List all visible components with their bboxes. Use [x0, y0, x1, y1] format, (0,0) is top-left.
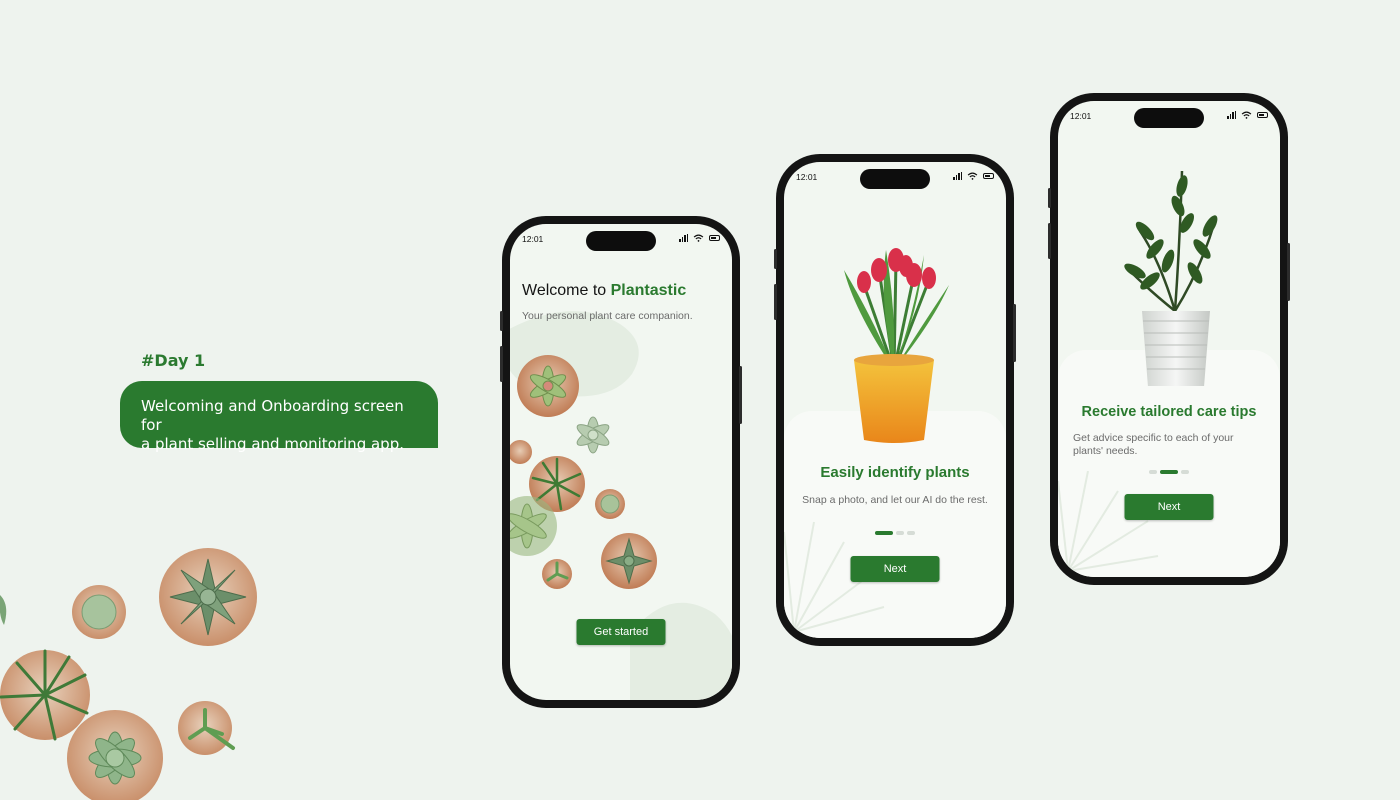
zz-plant-image: [1124, 170, 1218, 386]
phone-care-tips: 12:01 Receive tailored care tips Get adv…: [1048, 93, 1290, 585]
page-dot: [896, 531, 904, 535]
page-dot: [1181, 470, 1189, 474]
identify-title: Easily identify plants: [820, 464, 970, 481]
battery-icon: [983, 173, 994, 179]
status-time: 12:01: [1070, 111, 1092, 121]
identify-subtitle: Snap a photo, and let our AI do the rest…: [802, 494, 988, 506]
page-dot-active: [1160, 470, 1178, 474]
tulip-plant-image: [844, 248, 949, 443]
welcome-screen: 12:01 Welcome to Plantastic Your persona…: [510, 224, 732, 700]
battery-icon: [1257, 112, 1268, 118]
signal-icon: [953, 172, 963, 180]
page-indicator: [875, 531, 915, 535]
dynamic-island: [1134, 108, 1204, 128]
succulents-decoration: [0, 548, 257, 800]
care-tips-subtitle: Get advice specific to each of your plan…: [1073, 432, 1234, 458]
page-dot: [1149, 470, 1157, 474]
wifi-icon: [967, 172, 978, 180]
care-tips-title: Receive tailored care tips: [1081, 404, 1257, 420]
care-tips-subtitle-line-1: Get advice specific to each of your: [1073, 432, 1234, 444]
succulent-collage: [510, 355, 657, 589]
next-button[interactable]: Next: [850, 556, 940, 582]
phone-identify: 12:01 Easily identify plants Snap a phot…: [774, 154, 1016, 646]
brand-name: Plantastic: [610, 282, 687, 299]
page-indicator: [1149, 470, 1189, 474]
page-dot-active: [875, 531, 893, 535]
identify-screen: 12:01 Easily identify plants Snap a phot…: [784, 162, 1006, 638]
care-tips-screen: 12:01 Receive tailored care tips Get adv…: [1058, 101, 1280, 577]
page-dot: [907, 531, 915, 535]
get-started-button[interactable]: Get started: [576, 619, 666, 645]
caption-bubble: Welcoming and Onboarding screen for a pl…: [120, 381, 438, 453]
welcome-title-prefix: Welcome to: [522, 282, 611, 299]
caption-line-2: a plant selling and monitoring app.: [141, 435, 404, 453]
signal-icon: [1227, 111, 1237, 119]
phone-welcome: 12:01 Welcome to Plantastic Your persona…: [500, 216, 742, 708]
status-icons: [1227, 111, 1268, 119]
status-time: 12:01: [796, 172, 818, 182]
wifi-icon: [1241, 111, 1252, 119]
status-icons: [953, 172, 994, 180]
next-button[interactable]: Next: [1124, 494, 1214, 520]
care-tips-subtitle-line-2: plants' needs.: [1073, 445, 1138, 457]
caption-line-1: Welcoming and Onboarding screen for: [141, 397, 404, 434]
welcome-subtitle: Your personal plant care companion.: [522, 310, 693, 322]
dynamic-island: [860, 169, 930, 189]
day-tag: #Day 1: [141, 351, 206, 370]
palm-leaf-decoration: [1058, 471, 1159, 572]
welcome-title: Welcome to Plantastic: [522, 282, 686, 300]
